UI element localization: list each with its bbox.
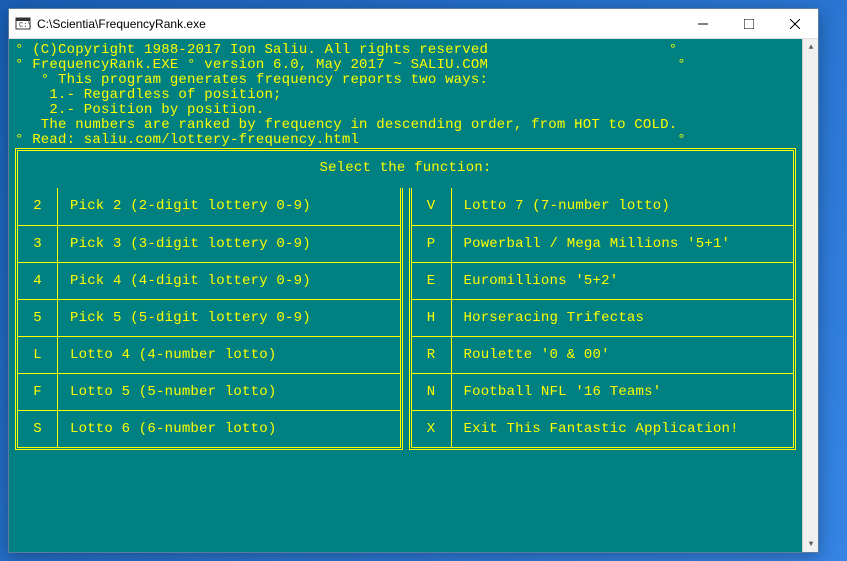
menu-key: 5 xyxy=(18,300,58,336)
menu-key: 4 xyxy=(18,263,58,299)
close-button[interactable] xyxy=(772,9,818,38)
menu-key: S xyxy=(18,411,58,447)
menu-key: 3 xyxy=(18,226,58,262)
minimize-button[interactable] xyxy=(680,9,726,38)
menu-desc: Lotto 4 (4-number lotto) xyxy=(58,348,400,363)
menu-columns: 2 Pick 2 (2-digit lottery 0-9) 3 Pick 3 … xyxy=(15,188,796,450)
application-window: C:\ C:\Scientia\FrequencyRank.exe ° (C)C… xyxy=(8,8,819,553)
vertical-scrollbar[interactable]: ▲ ▼ xyxy=(802,39,818,552)
menu-item-horseracing[interactable]: H Horseracing Trifectas xyxy=(412,299,794,336)
menu-item-lotto7[interactable]: V Lotto 7 (7-number lotto) xyxy=(412,188,794,225)
menu-right-column: V Lotto 7 (7-number lotto) P Powerball /… xyxy=(409,188,797,450)
version-line: ° FrequencyRank.EXE ° version 6.0, May 2… xyxy=(15,58,796,73)
menu-item-pick4[interactable]: 4 Pick 4 (4-digit lottery 0-9) xyxy=(18,262,400,299)
window-controls xyxy=(680,9,818,38)
menu-desc: Euromillions '5+2' xyxy=(452,274,794,289)
menu-item-lotto6[interactable]: S Lotto 6 (6-number lotto) xyxy=(18,410,400,447)
menu-key: L xyxy=(18,337,58,373)
menu-key: P xyxy=(412,226,452,262)
menu-item-powerball[interactable]: P Powerball / Mega Millions '5+1' xyxy=(412,225,794,262)
scroll-up-icon[interactable]: ▲ xyxy=(803,39,819,55)
menu-item-exit[interactable]: X Exit This Fantastic Application! xyxy=(412,410,794,447)
menu-item-euromillions[interactable]: E Euromillions '5+2' xyxy=(412,262,794,299)
menu-desc: Powerball / Mega Millions '5+1' xyxy=(452,237,794,252)
menu-item-roulette[interactable]: R Roulette '0 & 00' xyxy=(412,336,794,373)
console-area[interactable]: ° (C)Copyright 1988-2017 Ion Saliu. All … xyxy=(9,39,802,552)
menu-desc: Exit This Fantastic Application! xyxy=(452,422,794,437)
app-icon: C:\ xyxy=(15,16,31,32)
menu-title: Select the function: xyxy=(15,148,796,188)
maximize-button[interactable] xyxy=(726,9,772,38)
menu-desc: Lotto 7 (7-number lotto) xyxy=(452,199,794,214)
menu-desc: Roulette '0 & 00' xyxy=(452,348,794,363)
menu-item-pick2[interactable]: 2 Pick 2 (2-digit lottery 0-9) xyxy=(18,188,400,225)
menu-item-football[interactable]: N Football NFL '16 Teams' xyxy=(412,373,794,410)
svg-text:C:\: C:\ xyxy=(19,22,31,30)
menu-desc: Lotto 5 (5-number lotto) xyxy=(58,385,400,400)
menu-desc: Pick 4 (4-digit lottery 0-9) xyxy=(58,274,400,289)
menu-key: F xyxy=(18,374,58,410)
menu-desc: Lotto 6 (6-number lotto) xyxy=(58,422,400,437)
menu-desc: Pick 3 (3-digit lottery 0-9) xyxy=(58,237,400,252)
menu-key: N xyxy=(412,374,452,410)
menu-container: Select the function: 2 Pick 2 (2-digit l… xyxy=(15,148,796,450)
menu-key: E xyxy=(412,263,452,299)
menu-left-column: 2 Pick 2 (2-digit lottery 0-9) 3 Pick 3 … xyxy=(15,188,403,450)
menu-key: X xyxy=(412,411,452,447)
menu-key: V xyxy=(412,188,452,225)
desc-line-2: 1.- Regardless of position; xyxy=(15,88,796,103)
menu-desc: Pick 2 (2-digit lottery 0-9) xyxy=(58,199,400,214)
menu-key: H xyxy=(412,300,452,336)
desc-line-3: 2.- Position by position. xyxy=(15,103,796,118)
titlebar: C:\ C:\Scientia\FrequencyRank.exe xyxy=(9,9,818,39)
desc-line-4: The numbers are ranked by frequency in d… xyxy=(15,118,796,133)
menu-item-pick3[interactable]: 3 Pick 3 (3-digit lottery 0-9) xyxy=(18,225,400,262)
menu-item-lotto4[interactable]: L Lotto 4 (4-number lotto) xyxy=(18,336,400,373)
menu-desc: Pick 5 (5-digit lottery 0-9) xyxy=(58,311,400,326)
window-title: C:\Scientia\FrequencyRank.exe xyxy=(37,17,680,31)
read-line: ° Read: saliu.com/lottery-frequency.html… xyxy=(15,133,796,148)
desc-line-1: ° This program generates frequency repor… xyxy=(15,73,796,88)
menu-item-pick5[interactable]: 5 Pick 5 (5-digit lottery 0-9) xyxy=(18,299,400,336)
copyright-line: ° (C)Copyright 1988-2017 Ion Saliu. All … xyxy=(15,43,796,58)
menu-desc: Horseracing Trifectas xyxy=(452,311,794,326)
menu-key: 2 xyxy=(18,188,58,225)
menu-key: R xyxy=(412,337,452,373)
menu-desc: Football NFL '16 Teams' xyxy=(452,385,794,400)
scroll-down-icon[interactable]: ▼ xyxy=(803,536,819,552)
menu-item-lotto5[interactable]: F Lotto 5 (5-number lotto) xyxy=(18,373,400,410)
